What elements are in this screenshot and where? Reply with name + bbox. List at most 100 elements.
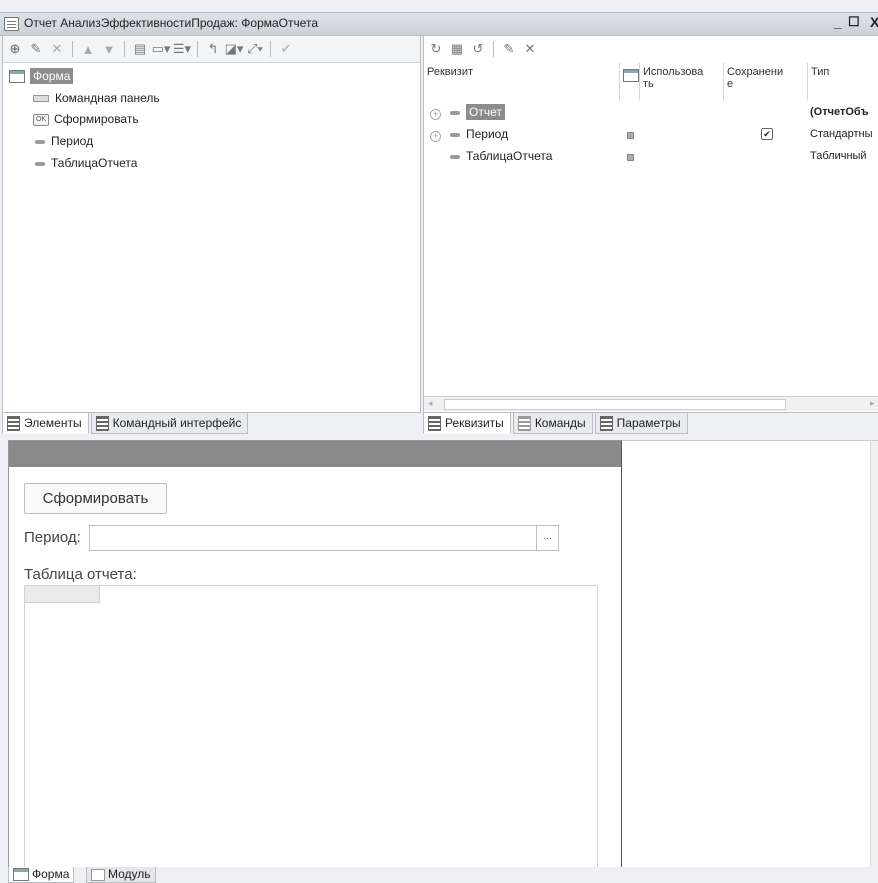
tree-item-label: Командная панель — [55, 91, 160, 105]
table-row[interactable]: + Период ✔ Стандартны — [424, 124, 878, 146]
check-icon[interactable]: ✔ — [278, 41, 294, 57]
scroll-right-icon[interactable]: ▸ — [870, 398, 875, 409]
attribute-type: Табличный — [810, 150, 867, 162]
column-header-use[interactable]: Использова ть — [640, 63, 724, 101]
move-down-icon[interactable]: ▼ — [101, 41, 117, 57]
scrollbar-thumb[interactable] — [444, 399, 786, 410]
vertical-scrollbar[interactable] — [870, 441, 878, 869]
maximize-button[interactable]: ☐ — [848, 14, 860, 30]
tree-item-period[interactable]: Период — [35, 131, 93, 151]
tab-label: Параметры — [616, 416, 681, 430]
scroll-left-icon[interactable]: ◂ — [428, 398, 433, 409]
tree-item-label: Период — [51, 134, 94, 148]
report-table-label: Таблица отчета: — [24, 566, 137, 583]
edit-icon[interactable]: ✎ — [28, 41, 44, 57]
period-label: Период: — [24, 529, 81, 546]
use-checkbox[interactable] — [627, 132, 634, 139]
header-text: е — [727, 78, 734, 90]
elements-toolbar: ⊕ ✎ ✕ ▲ ▼ ▤ ▭▾ ☰▾ ↰ ◪▾ ⤢▾ ✔ — [3, 36, 420, 63]
add-group-icon[interactable]: ▭▾ — [152, 41, 171, 57]
tab-label: Форма — [32, 867, 70, 881]
spreadsheet-corner — [25, 586, 100, 603]
expand-icon[interactable]: + — [430, 109, 441, 120]
period-input[interactable] — [89, 525, 539, 551]
command-bar-icon — [33, 95, 49, 103]
horizontal-scrollbar[interactable]: ◂ ▸ — [424, 396, 878, 411]
generate-button[interactable]: Сформировать — [24, 483, 167, 514]
tab-elements[interactable]: Элементы — [2, 412, 89, 434]
table-row[interactable]: ТаблицаОтчета Табличный — [424, 146, 878, 168]
expand-icon[interactable]: + — [430, 131, 441, 142]
tab-attributes[interactable]: Реквизиты — [423, 412, 511, 434]
tree-item-command-bar[interactable]: Командная панель — [33, 88, 160, 108]
attribute-name: ТаблицаОтчета — [466, 149, 553, 163]
period-select-button[interactable]: ... — [536, 525, 559, 551]
window-title-bar: Отчет АнализЭффективностиПродаж: ФормаОт… — [0, 12, 878, 36]
tree-item-report-table[interactable]: ТаблицаОтчета — [35, 153, 137, 173]
tree-item-label: ТаблицаОтчета — [51, 156, 138, 170]
field-icon — [35, 161, 45, 166]
elements-tree: Форма Командная панель OK Сформировать Пе… — [3, 64, 420, 410]
edit-icon[interactable]: ✎ — [501, 41, 517, 57]
list-icon — [428, 415, 441, 431]
minimize-button[interactable]: _ — [834, 14, 842, 30]
form-icon — [623, 69, 639, 82]
tree-item-form[interactable]: Форма — [9, 66, 74, 86]
column-header-attribute[interactable]: Реквизит — [424, 63, 620, 101]
move-up-icon[interactable]: ▲ — [80, 41, 96, 57]
add-field-icon[interactable]: ▤ — [132, 41, 148, 57]
attributes-toolbar: ↻ ▦ ↺ ✎ ✕ — [424, 36, 878, 62]
tree-item-generate[interactable]: OK Сформировать — [33, 109, 139, 129]
table-row[interactable]: + Отчет (ОтчетОбъ — [424, 102, 878, 124]
use-checkbox[interactable] — [627, 154, 634, 161]
add-table-attribute-icon[interactable]: ▦ — [449, 41, 465, 57]
form-icon — [13, 868, 29, 881]
delete-icon[interactable]: ✕ — [522, 41, 538, 57]
elements-tabbar: Элементы Командный интерфейс — [2, 412, 249, 434]
resize-icon[interactable]: ⤢▾ — [247, 41, 263, 57]
field-icon — [35, 139, 45, 144]
header-text: Сохранени — [727, 66, 784, 78]
attribute-icon — [450, 110, 460, 115]
tab-label: Модуль — [108, 867, 151, 881]
module-icon — [91, 868, 105, 881]
header-text: ть — [643, 78, 654, 90]
form-window-icon — [4, 17, 19, 31]
window-title: Отчет АнализЭффективностиПродаж: ФормаОт… — [24, 16, 319, 30]
header-text: Использова — [643, 66, 704, 78]
tab-parameters[interactable]: Параметры — [594, 412, 688, 434]
add-column-icon[interactable]: ↺ — [470, 41, 486, 57]
column-header-form-icon — [620, 63, 640, 101]
elements-panel: ⊕ ✎ ✕ ▲ ▼ ▤ ▭▾ ☰▾ ↰ ◪▾ ⤢▾ ✔ Форма Команд… — [2, 35, 421, 413]
tab-commands[interactable]: Команды — [512, 412, 593, 434]
tab-label: Команды — [534, 416, 586, 430]
close-button[interactable]: X — [870, 14, 878, 30]
list-icon — [95, 415, 109, 431]
column-header-type[interactable]: Тип — [808, 63, 878, 101]
attribute-name: Отчет — [466, 104, 505, 120]
add-table-icon[interactable]: ☰▾ — [173, 41, 191, 57]
column-header-saved[interactable]: Сохранени е — [724, 63, 808, 101]
list-icon — [7, 415, 20, 431]
tab-module[interactable]: Модуль — [86, 867, 156, 883]
add-decoration-icon[interactable]: ↰ — [205, 41, 221, 57]
list-icon — [599, 415, 613, 431]
attribute-type: Стандартны — [810, 128, 873, 140]
delete-icon[interactable]: ✕ — [49, 41, 65, 57]
report-spreadsheet[interactable] — [24, 585, 598, 870]
tab-form[interactable]: Форма — [8, 867, 75, 883]
add-icon[interactable]: ⊕ — [7, 41, 23, 57]
add-attribute-icon[interactable]: ↻ — [428, 41, 444, 57]
tab-label: Элементы — [24, 416, 82, 430]
list-icon — [517, 415, 531, 431]
form-preview: Сформировать Период: ... Таблица отчета: — [8, 440, 623, 870]
attribute-type: (ОтчетОбъ — [810, 106, 869, 118]
tab-label: Командный интерфейс — [112, 416, 242, 430]
attributes-tabbar: Реквизиты Команды Параметры — [423, 412, 688, 434]
attributes-panel: ↻ ▦ ↺ ✎ ✕ Реквизит Использова ть Сохранен… — [423, 35, 878, 413]
tree-item-label: Форма — [30, 68, 74, 84]
preview-command-bar — [9, 441, 621, 467]
add-picture-icon[interactable]: ◪▾ — [225, 41, 244, 57]
tab-command-interface[interactable]: Командный интерфейс — [90, 412, 249, 434]
saved-checkbox[interactable]: ✔ — [761, 128, 773, 140]
